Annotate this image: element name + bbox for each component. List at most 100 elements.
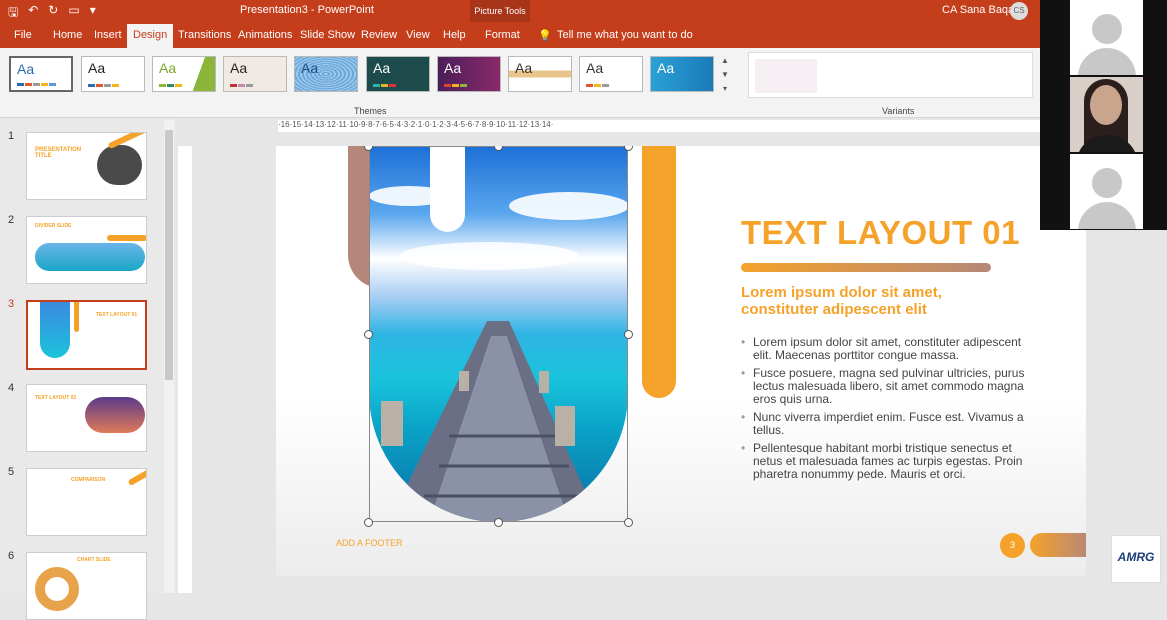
tab-transitions[interactable]: Transitions — [178, 29, 231, 41]
picture-tools-context-label: Picture Tools — [470, 0, 530, 22]
title-bar: 🖫 ↶ ↻ ▭ ▾ Presentation3 - PowerPoint Pic… — [0, 0, 1040, 22]
thumb-title: TEXT LAYOUT 01 — [96, 312, 138, 318]
slide-title[interactable]: TEXT LAYOUT 01 — [741, 214, 1020, 252]
themes-more-icon[interactable]: ▾ — [720, 84, 730, 93]
bullet-item[interactable]: Nunc viverra imperdiet enim. Fusce est. … — [741, 411, 1031, 437]
themes-scroll-down-icon[interactable]: ▼ — [720, 70, 730, 79]
participant-avatar-icon — [1092, 168, 1122, 198]
quick-access-toolbar: 🖫 ↶ ↻ ▭ ▾ — [8, 3, 96, 24]
thumbnail-scrollbar[interactable] — [164, 120, 174, 593]
tab-animations[interactable]: Animations — [238, 29, 292, 41]
thumb-number: 5 — [8, 466, 15, 478]
selection-box[interactable] — [369, 146, 628, 522]
theme-organic[interactable]: Aa — [437, 56, 501, 92]
document-title: Presentation3 - PowerPoint — [240, 4, 374, 16]
tab-design[interactable]: Design — [127, 24, 174, 48]
thumb-title: CHART SLIDE — [77, 557, 111, 563]
horizontal-ruler[interactable]: ·16·15·14·13·12·11·10·9·8·7·6·5·4·3·2·1·… — [278, 120, 1040, 132]
thumb-number: 4 — [8, 382, 15, 394]
tab-format[interactable]: Format — [485, 29, 520, 41]
user-avatar[interactable]: CS — [1010, 2, 1028, 20]
thumb-number: 6 — [8, 550, 15, 562]
themes-group-label: Themes — [354, 106, 387, 116]
theme-2[interactable]: Aa — [81, 56, 145, 92]
tab-review[interactable]: Review — [361, 29, 397, 41]
participant-tile-camera[interactable] — [1070, 77, 1143, 152]
participant-tile-2[interactable] — [1070, 154, 1143, 229]
thumb-photo — [85, 397, 145, 433]
amrg-logo: AMRG — [1111, 535, 1161, 583]
participant-avatar-body — [1078, 202, 1136, 229]
resize-handle-r[interactable] — [624, 330, 633, 339]
themes-scroll-up-icon[interactable]: ▲ — [720, 56, 730, 65]
participant-tile-1[interactable] — [1070, 0, 1143, 75]
variant-1[interactable] — [755, 59, 817, 93]
slide-canvas[interactable]: TEXT LAYOUT 01 Lorem ipsum dolor sit ame… — [276, 146, 1086, 576]
thumb-photo — [97, 145, 142, 185]
thumb-title: PRESENTATION TITLE — [35, 147, 82, 159]
tab-help[interactable]: Help — [443, 29, 466, 41]
user-name[interactable]: CA Sana Baqai — [942, 4, 1017, 16]
theme-ion-boardroom[interactable]: Aa — [366, 56, 430, 92]
slide-thumbnail-5[interactable]: COMPARISON — [26, 468, 147, 536]
tab-file[interactable]: File — [14, 29, 32, 41]
decorative-orange-stripe[interactable] — [642, 146, 676, 398]
video-call-panel — [1040, 0, 1167, 230]
thumb-number: 2 — [8, 214, 15, 226]
slide-thumbnail-2[interactable]: DIVIDER SLIDE — [26, 216, 147, 284]
tell-me-search[interactable]: Tell me what you want to do — [557, 29, 693, 41]
variants-gallery — [748, 52, 1033, 98]
ribbon-tabs: File Home Insert Design Transitions Anim… — [0, 22, 1040, 48]
thumb-stripe — [74, 302, 79, 332]
theme-ion[interactable]: Aa — [294, 56, 358, 92]
bullet-item[interactable]: Pellentesque habitant morbi tristique se… — [741, 442, 1031, 481]
slide-subtitle[interactable]: Lorem ipsum dolor sit amet, constituter … — [741, 284, 1001, 318]
slide-thumbnail-3[interactable]: TEXT LAYOUT 01 — [26, 300, 147, 370]
participant-face — [1090, 85, 1122, 125]
theme-integral[interactable]: Aa — [223, 56, 287, 92]
scrollbar-thumb[interactable] — [165, 130, 173, 380]
tab-home[interactable]: Home — [53, 29, 82, 41]
slide-thumbnail-6[interactable]: CHART SLIDE — [26, 552, 147, 620]
resize-handle-tr[interactable] — [624, 146, 633, 151]
slide-page-number[interactable]: 3 — [1000, 533, 1025, 558]
bullet-list[interactable]: Lorem ipsum dolor sit amet, constituter … — [741, 336, 1031, 486]
thumb-title: DIVIDER SLIDE — [35, 223, 72, 229]
thumb-number: 3 — [8, 298, 15, 310]
theme-retrospect[interactable]: Aa — [508, 56, 572, 92]
slide-thumbnail-pane: 1 PRESENTATION TITLE 2 DIVIDER SLIDE 3 T… — [0, 118, 176, 620]
present-icon[interactable]: ▭ — [68, 3, 79, 24]
tab-slide-show[interactable]: Slide Show — [300, 29, 355, 41]
thumb-title: COMPARISON — [71, 477, 106, 483]
thumb-stripe — [107, 235, 146, 241]
slide-thumbnail-1[interactable]: PRESENTATION TITLE — [26, 132, 147, 200]
thumb-photo — [40, 302, 70, 358]
resize-handle-br[interactable] — [624, 518, 633, 527]
thumb-stripe — [127, 469, 146, 487]
title-underline-bar[interactable] — [741, 263, 991, 272]
resize-handle-l[interactable] — [364, 330, 373, 339]
vertical-ruler[interactable] — [178, 146, 192, 593]
slide-footer[interactable]: ADD A FOOTER — [336, 538, 403, 548]
variants-group-label: Variants — [882, 106, 915, 116]
slide-thumbnail-4[interactable]: TEXT LAYOUT 02 — [26, 384, 147, 452]
design-ribbon: Aa Aa Aa Aa Aa Aa Aa Aa Aa Aa ▲ ▼ ▾ Them… — [0, 48, 1040, 118]
redo-icon[interactable]: ↻ — [48, 3, 58, 24]
bullet-item[interactable]: Fusce posuere, magna sed pulvinar ultric… — [741, 367, 1031, 406]
undo-icon[interactable]: ↶ — [28, 3, 38, 24]
theme-savon[interactable]: Aa — [579, 56, 643, 92]
page-number-bar — [1030, 533, 1086, 557]
thumb-title: TEXT LAYOUT 02 — [35, 395, 77, 401]
resize-handle-bl[interactable] — [364, 518, 373, 527]
theme-facet[interactable]: Aa — [152, 56, 216, 92]
theme-office[interactable]: Aa — [9, 56, 73, 92]
lightbulb-icon[interactable]: 💡 — [538, 29, 552, 42]
bullet-item[interactable]: Lorem ipsum dolor sit amet, constituter … — [741, 336, 1031, 362]
tab-insert[interactable]: Insert — [94, 29, 122, 41]
resize-handle-b[interactable] — [494, 518, 503, 527]
save-icon[interactable]: 🖫 — [8, 3, 18, 24]
customize-qa-icon[interactable]: ▾ — [90, 3, 96, 24]
tab-view[interactable]: View — [406, 29, 430, 41]
theme-slice[interactable]: Aa — [650, 56, 714, 92]
thumb-photo — [35, 243, 145, 271]
